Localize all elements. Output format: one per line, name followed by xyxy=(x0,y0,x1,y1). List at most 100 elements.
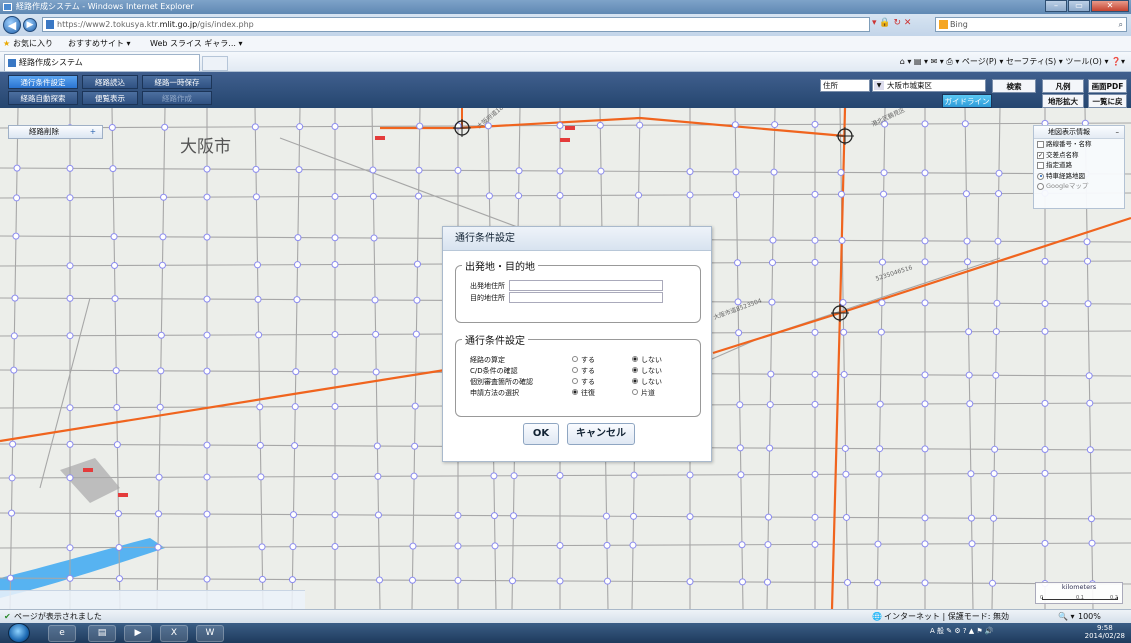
tab-active[interactable]: 経路作成システム xyxy=(4,54,200,71)
radio-option[interactable]: する xyxy=(572,366,595,376)
suggested-sites-link[interactable]: おすすめサイト ▾ xyxy=(68,36,131,52)
command-bar-menus[interactable]: ページ(P) ▾ セーフティ(S) ▾ ツール(O) ▾ xyxy=(962,57,1109,66)
folder-taskbar-icon[interactable]: ▤ xyxy=(88,625,116,642)
language-bar-icon[interactable]: A 般 ✎ ⚙ ? xyxy=(930,627,969,635)
zoom-level[interactable]: 100% xyxy=(1078,610,1101,623)
home-icon[interactable]: ⌂ ▾ xyxy=(900,57,914,66)
layer-route-number[interactable]: 路線番号・名称 xyxy=(1034,139,1124,150)
layer-google-map[interactable]: Googleマップ xyxy=(1034,181,1124,192)
radio-option[interactable]: しない xyxy=(632,355,662,365)
layer-intersection-name[interactable]: ✓ 交差点名称 xyxy=(1034,150,1124,161)
destination-input[interactable] xyxy=(509,292,663,303)
radio-option[interactable]: しない xyxy=(632,377,662,387)
minimize-icon[interactable]: – xyxy=(1116,126,1120,139)
road-node xyxy=(157,367,165,375)
ok-button[interactable]: OK xyxy=(523,423,559,445)
easy-display-button[interactable]: 便覧表示 xyxy=(82,91,138,105)
url-input[interactable]: https://www2.tokusya.ktr.mlit.go.jp/gis/… xyxy=(42,17,870,32)
page-icon xyxy=(46,20,54,29)
tray-icons[interactable]: ▲ ⚑ 🔊 xyxy=(969,627,994,635)
minimize-button[interactable]: – xyxy=(1045,0,1067,12)
road-node xyxy=(995,190,1003,198)
search-button[interactable]: 検索 xyxy=(992,79,1036,93)
radio-option[interactable]: 片道 xyxy=(632,388,655,398)
ie-taskbar-icon[interactable]: e xyxy=(48,625,76,642)
mail-icon[interactable]: ✉ ▾ xyxy=(931,57,947,66)
maximize-button[interactable]: ▭ xyxy=(1068,0,1090,12)
checkbox-checked-icon[interactable]: ✓ xyxy=(1037,151,1044,159)
refresh-stop-icons[interactable]: ▾ 🔒 ↻ ✕ xyxy=(872,18,911,28)
road-node xyxy=(966,400,974,408)
route-conditions-button[interactable]: 通行条件設定 xyxy=(8,75,78,89)
road-node xyxy=(415,192,423,200)
layer-special-vehicle-map[interactable]: 特車経路地図 xyxy=(1034,171,1124,182)
radio-selected-icon[interactable] xyxy=(572,389,578,395)
radio-icon[interactable] xyxy=(572,367,578,373)
road-node xyxy=(604,577,612,585)
road xyxy=(0,512,1131,520)
radio-icon[interactable] xyxy=(572,378,578,384)
radio-option[interactable]: する xyxy=(572,355,595,365)
forward-arrow-icon[interactable]: ▶ xyxy=(23,18,37,32)
map-footer-strip xyxy=(0,590,305,609)
route-temp-save-button[interactable]: 経路一時保存 xyxy=(142,75,212,89)
address-search-input[interactable]: ▼ 大阪市城東区 xyxy=(872,79,986,92)
radio-selected-icon[interactable] xyxy=(632,367,638,373)
close-button[interactable]: ✕ xyxy=(1091,0,1129,12)
plus-icon[interactable]: + xyxy=(90,126,96,138)
road-node xyxy=(1041,446,1049,454)
condition-row: C/D条件の確認 する しない xyxy=(470,365,696,376)
system-tray[interactable]: A 般 ✎ ⚙ ? ▲ ⚑ 🔊 xyxy=(930,626,1098,636)
road-node xyxy=(256,441,264,449)
legend-button[interactable]: 凡例 xyxy=(1042,79,1084,93)
guideline-button[interactable]: ガイドライン xyxy=(942,94,992,108)
radio-option[interactable]: 往復 xyxy=(572,388,595,398)
feeds-icon[interactable]: ▤ ▾ xyxy=(914,57,931,66)
route-delete-button[interactable]: 経路削除 + xyxy=(8,125,103,139)
help-icon[interactable]: ❓▾ xyxy=(1111,57,1125,66)
radio-icon[interactable] xyxy=(632,389,638,395)
favorites-button[interactable]: お気に入り xyxy=(13,36,53,52)
clock[interactable]: 9:58 2014/02/28 xyxy=(1085,624,1125,640)
radio-selected-icon[interactable] xyxy=(632,356,638,362)
auto-route-search-button[interactable]: 経路自動探索 xyxy=(8,91,78,105)
zoom-icon[interactable]: 🔍 ▾ xyxy=(1058,610,1075,623)
search-icon[interactable]: ⌕ xyxy=(1119,18,1123,31)
excel-taskbar-icon[interactable]: X xyxy=(160,625,188,642)
command-bar[interactable]: ⌂ ▾ ▤ ▾ ✉ ▾ ⎙ ▾ ページ(P) ▾ セーフティ(S) ▾ ツール(… xyxy=(900,56,1125,67)
checkbox-icon[interactable] xyxy=(1037,141,1044,148)
radio-icon[interactable] xyxy=(572,356,578,362)
road xyxy=(39,297,91,489)
word-taskbar-icon[interactable]: W xyxy=(196,625,224,642)
radio-icon[interactable] xyxy=(1037,183,1044,190)
road-node xyxy=(111,262,119,270)
road xyxy=(9,108,19,609)
radio-selected-icon[interactable] xyxy=(1037,172,1044,180)
road-node xyxy=(811,370,819,378)
back-arrow-icon[interactable]: ◀ xyxy=(3,16,21,34)
layer-panel-title: 地図表示情報 xyxy=(1048,128,1090,136)
terrain-enlarge-button[interactable]: 地形拡大 xyxy=(1042,94,1084,108)
checkbox-icon[interactable] xyxy=(1037,162,1044,169)
road-node xyxy=(736,444,744,452)
address-type-select[interactable]: 住所 xyxy=(820,79,870,92)
screen-pdf-button[interactable]: 画面PDF xyxy=(1088,79,1127,93)
media-player-taskbar-icon[interactable]: ▶ xyxy=(124,625,152,642)
cancel-button[interactable]: キャンセル xyxy=(567,423,635,445)
route-load-button[interactable]: 経路読込 xyxy=(82,75,138,89)
new-tab-button[interactable] xyxy=(202,56,228,71)
chevron-down-icon[interactable]: ▼ xyxy=(874,81,884,90)
radio-option[interactable]: しない xyxy=(632,366,662,376)
back-to-list-button[interactable]: 一覧に戻る xyxy=(1088,94,1127,120)
radio-selected-icon[interactable] xyxy=(632,378,638,384)
layer-designated-road[interactable]: 指定道路 xyxy=(1034,160,1124,171)
start-button[interactable] xyxy=(8,623,30,643)
radio-option[interactable]: する xyxy=(572,377,595,387)
road-node xyxy=(203,165,211,173)
print-icon[interactable]: ⎙ ▾ xyxy=(946,57,962,66)
web-slice-gallery-link[interactable]: Web スライス ギャラ... ▾ xyxy=(150,36,242,52)
search-input[interactable]: Bing ⌕ xyxy=(935,17,1127,32)
road-node xyxy=(66,262,74,270)
origin-input[interactable] xyxy=(509,280,663,291)
ie-icon xyxy=(3,3,12,11)
